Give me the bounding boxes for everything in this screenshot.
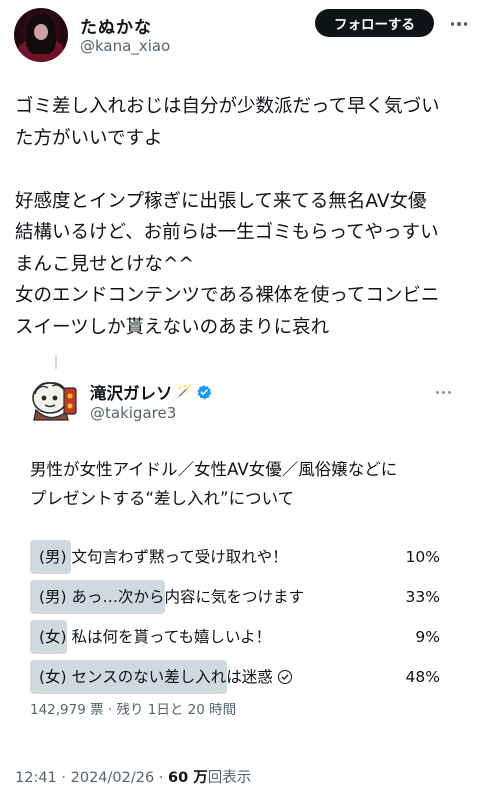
poll-option-percent: 48% [405, 668, 440, 686]
tweet-text-line: まんこ見せとけな^^ [15, 253, 195, 275]
poll-option[interactable]: (男) 文句言わず黙って受け取れや！ 10% [30, 540, 440, 574]
author-display-name[interactable]: たぬかな [80, 13, 152, 38]
view-count: 60 万 [168, 770, 208, 786]
poll-option-text: (男) 文句言わず黙って受け取れや！ [39, 548, 288, 566]
tweet-text-line: 結構いるけど、お前らは一生ゴミもらってやっすい [15, 222, 439, 243]
check-circle-icon [277, 670, 292, 684]
separator-dot: · [61, 770, 71, 786]
poll-meta: 142,979 票 · 残り 1日と 20 時間 [30, 702, 237, 718]
poll-option[interactable]: (女) センスのない差し入れは迷惑 48% [30, 660, 440, 694]
quoted-author-handle[interactable]: @takigare3 [90, 404, 176, 422]
poll-option-percent: 10% [405, 548, 440, 566]
poll: (男) 文句言わず黙って受け取れや！ 10% (男) あっ…次から内容に気をつけます… [30, 540, 440, 700]
tweet-text-line: スイーツしか貰えないのあまりに哀れ [15, 316, 330, 338]
poll-option[interactable]: (女) 私は何を貰っても嬉しいよ！ 9% [30, 620, 440, 654]
poll-option-percent: 9% [415, 628, 440, 646]
verified-badge-icon [197, 385, 212, 400]
tweet-text-line: た方がいいですよ [15, 127, 163, 149]
quoted-text-line: プレゼントする“差し入れ”について [30, 489, 295, 508]
quoted-author-name-row[interactable]: 滝沢ガレソ 🪄 [90, 380, 212, 404]
poll-option-label: (男) 文句言わず黙って受け取れや！ [39, 540, 288, 574]
follow-button[interactable]: フォローする [315, 9, 434, 37]
author-handle[interactable]: @kana_xiao [80, 37, 170, 55]
poll-option-text: (女) センスのない差し入れは迷惑 [39, 668, 273, 686]
poll-option-label: (女) センスのない差し入れは迷惑 [39, 660, 292, 694]
separator-dot: · [158, 770, 169, 786]
quoted-author-display-name: 滝沢ガレソ [90, 384, 173, 403]
poll-option-text: (女) 私は何を貰っても嬉しいよ！ [39, 628, 272, 646]
magic-wand-emoji: 🪄 [175, 384, 193, 400]
tweet-text: ゴミ差し入れおじは自分が少数派だって早く気づい た方がいいですよ好感度とインプ稼ぎ… [15, 91, 470, 343]
quoted-text-line: 男性が女性アイドル／女性AV女優／風俗嬢などに [30, 460, 398, 479]
poll-option-label: (男) あっ…次から内容に気をつけます [39, 580, 304, 614]
poll-option-text: (男) あっ…次から内容に気をつけます [39, 588, 305, 606]
tweet-date[interactable]: 2024/02/26 [71, 770, 155, 786]
quoted-tweet-text: 男性が女性アイドル／女性AV女優／風俗嬢などに プレゼントする“差し入れ”について [30, 455, 470, 513]
tweet-header: たぬかな @kana_xiao フォローする [0, 0, 480, 70]
poll-option-label: (女) 私は何を貰っても嬉しいよ！ [39, 620, 271, 654]
tweet-timestamp-views: 12:41 · 2024/02/26 · 60 万回表示 [15, 766, 251, 787]
tweet-text-line: 女のエンドコンテンツである裸体を使ってコンビニ [15, 285, 440, 306]
quoted-more-icon[interactable] [430, 384, 456, 400]
poll-option[interactable]: (男) あっ…次から内容に気をつけます 33% [30, 580, 440, 614]
view-count-label: 回表示 [207, 770, 252, 786]
tweet-time[interactable]: 12:41 [15, 770, 57, 786]
poll-option-percent: 33% [405, 588, 440, 606]
more-options-icon[interactable] [446, 14, 472, 34]
quote-connector-line [55, 355, 57, 369]
tweet-text-line: ゴミ差し入れおじは自分が少数派だって早く気づい [15, 96, 440, 117]
tweet-text-line: 好感度とインプ稼ぎに出張して来てる無名AV女優 [15, 190, 427, 212]
quoted-author-avatar[interactable] [28, 380, 80, 424]
author-avatar[interactable] [14, 8, 68, 62]
